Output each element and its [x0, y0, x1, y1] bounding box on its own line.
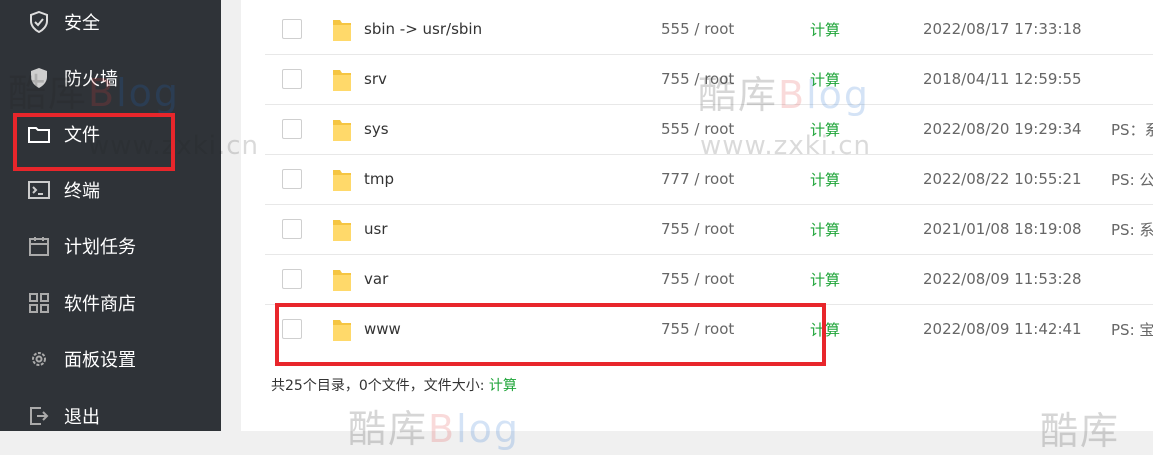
modified-time: 2018/04/11 12:59:55: [923, 70, 1082, 88]
file-name[interactable]: tmp: [364, 170, 394, 188]
grid-apps-icon: [28, 292, 50, 314]
folder-icon: [333, 270, 351, 291]
sidebar-item-store[interactable]: 软件商店: [0, 281, 221, 325]
file-remark: PS: 系: [1111, 220, 1153, 239]
file-name[interactable]: srv: [364, 70, 387, 88]
gear-icon: [28, 348, 50, 370]
sidebar-item-settings[interactable]: 面板设置: [0, 337, 221, 381]
row-checkbox[interactable]: [282, 269, 302, 289]
calc-size-link[interactable]: 计算: [810, 119, 840, 140]
sidebar-item-label: 防火墙: [64, 69, 118, 90]
file-name[interactable]: var: [364, 270, 388, 288]
file-permission[interactable]: 755 / root: [661, 70, 734, 88]
sidebar-item-label: 计划任务: [64, 237, 136, 258]
file-name[interactable]: usr: [364, 220, 388, 238]
file-permission[interactable]: 777 / root: [661, 170, 734, 188]
folder-icon: [333, 20, 351, 41]
folder-icon: [333, 120, 351, 141]
directory-summary: 共25个目录，0个文件，文件大小: 计算: [271, 375, 517, 395]
sidebar-item-label: 终端: [64, 181, 100, 202]
row-checkbox[interactable]: [282, 169, 302, 189]
sidebar-item-label: 面板设置: [64, 350, 136, 371]
file-permission[interactable]: 755 / root: [661, 270, 734, 288]
calc-size-link[interactable]: 计算: [810, 219, 840, 240]
folder-icon: [333, 220, 351, 241]
file-remark: PS: 宝: [1111, 320, 1153, 339]
sidebar-item-label: 退出: [64, 407, 100, 428]
sidebar-item-label: 安全: [64, 13, 100, 34]
terminal-icon: [28, 179, 50, 201]
row-checkbox[interactable]: [282, 219, 302, 239]
modified-time: 2022/08/17 17:33:18: [923, 20, 1082, 38]
row-checkbox[interactable]: [282, 119, 302, 139]
calc-total-size-link[interactable]: 计算: [489, 378, 517, 394]
highlight-box-www: [275, 303, 826, 366]
modified-time: 2022/08/22 10:55:21: [923, 170, 1082, 188]
sidebar-item-security[interactable]: 安全: [0, 0, 221, 44]
modified-time: 2022/08/09 11:53:28: [923, 270, 1082, 288]
file-name[interactable]: sys: [364, 120, 389, 138]
sidebar: 安全 防火墙 文件 终端 计划任务 软件商店 面板设置 退出: [0, 0, 221, 431]
file-remark: PS：系: [1111, 120, 1153, 139]
calc-size-link[interactable]: 计算: [810, 169, 840, 190]
modified-time: 2022/08/09 11:42:41: [923, 320, 1082, 338]
table-row[interactable]: usr 755 / root 计算 2021/01/08 18:19:08 PS…: [265, 204, 1153, 255]
row-checkbox[interactable]: [282, 69, 302, 89]
folder-icon: [333, 170, 351, 191]
logout-icon: [28, 405, 50, 427]
calc-size-link[interactable]: 计算: [810, 269, 840, 290]
table-row[interactable]: sys 555 / root 计算 2022/08/20 19:29:34 PS…: [265, 104, 1153, 155]
sidebar-item-cron[interactable]: 计划任务: [0, 224, 221, 268]
shield-check-icon: [28, 11, 50, 33]
table-row[interactable]: var 755 / root 计算 2022/08/09 11:53:28: [265, 254, 1153, 305]
calendar-icon: [28, 235, 50, 257]
row-checkbox[interactable]: [282, 19, 302, 39]
summary-text: 共25个目录，0个文件，文件大小:: [271, 378, 489, 394]
sidebar-item-terminal[interactable]: 终端: [0, 168, 221, 212]
firewall-shield-icon: [28, 67, 50, 89]
modified-time: 2021/01/08 18:19:08: [923, 220, 1082, 238]
file-remark: PS: 公: [1111, 170, 1153, 189]
sidebar-item-label: 软件商店: [64, 294, 136, 315]
sidebar-item-firewall[interactable]: 防火墙: [0, 56, 221, 100]
modified-time: 2022/08/20 19:29:34: [923, 120, 1082, 138]
folder-icon: [333, 70, 351, 91]
file-permission[interactable]: 555 / root: [661, 20, 734, 38]
calc-size-link[interactable]: 计算: [810, 19, 840, 40]
file-permission[interactable]: 755 / root: [661, 220, 734, 238]
sidebar-item-logout[interactable]: 退出: [0, 394, 221, 438]
file-name[interactable]: sbin -> usr/sbin: [364, 20, 482, 38]
table-row[interactable]: sbin -> usr/sbin 555 / root 计算 2022/08/1…: [265, 4, 1153, 55]
calc-size-link[interactable]: 计算: [810, 69, 840, 90]
table-row[interactable]: tmp 777 / root 计算 2022/08/22 10:55:21 PS…: [265, 154, 1153, 205]
highlight-box-files: [13, 113, 175, 171]
file-permission[interactable]: 555 / root: [661, 120, 734, 138]
table-row[interactable]: srv 755 / root 计算 2018/04/11 12:59:55: [265, 54, 1153, 105]
